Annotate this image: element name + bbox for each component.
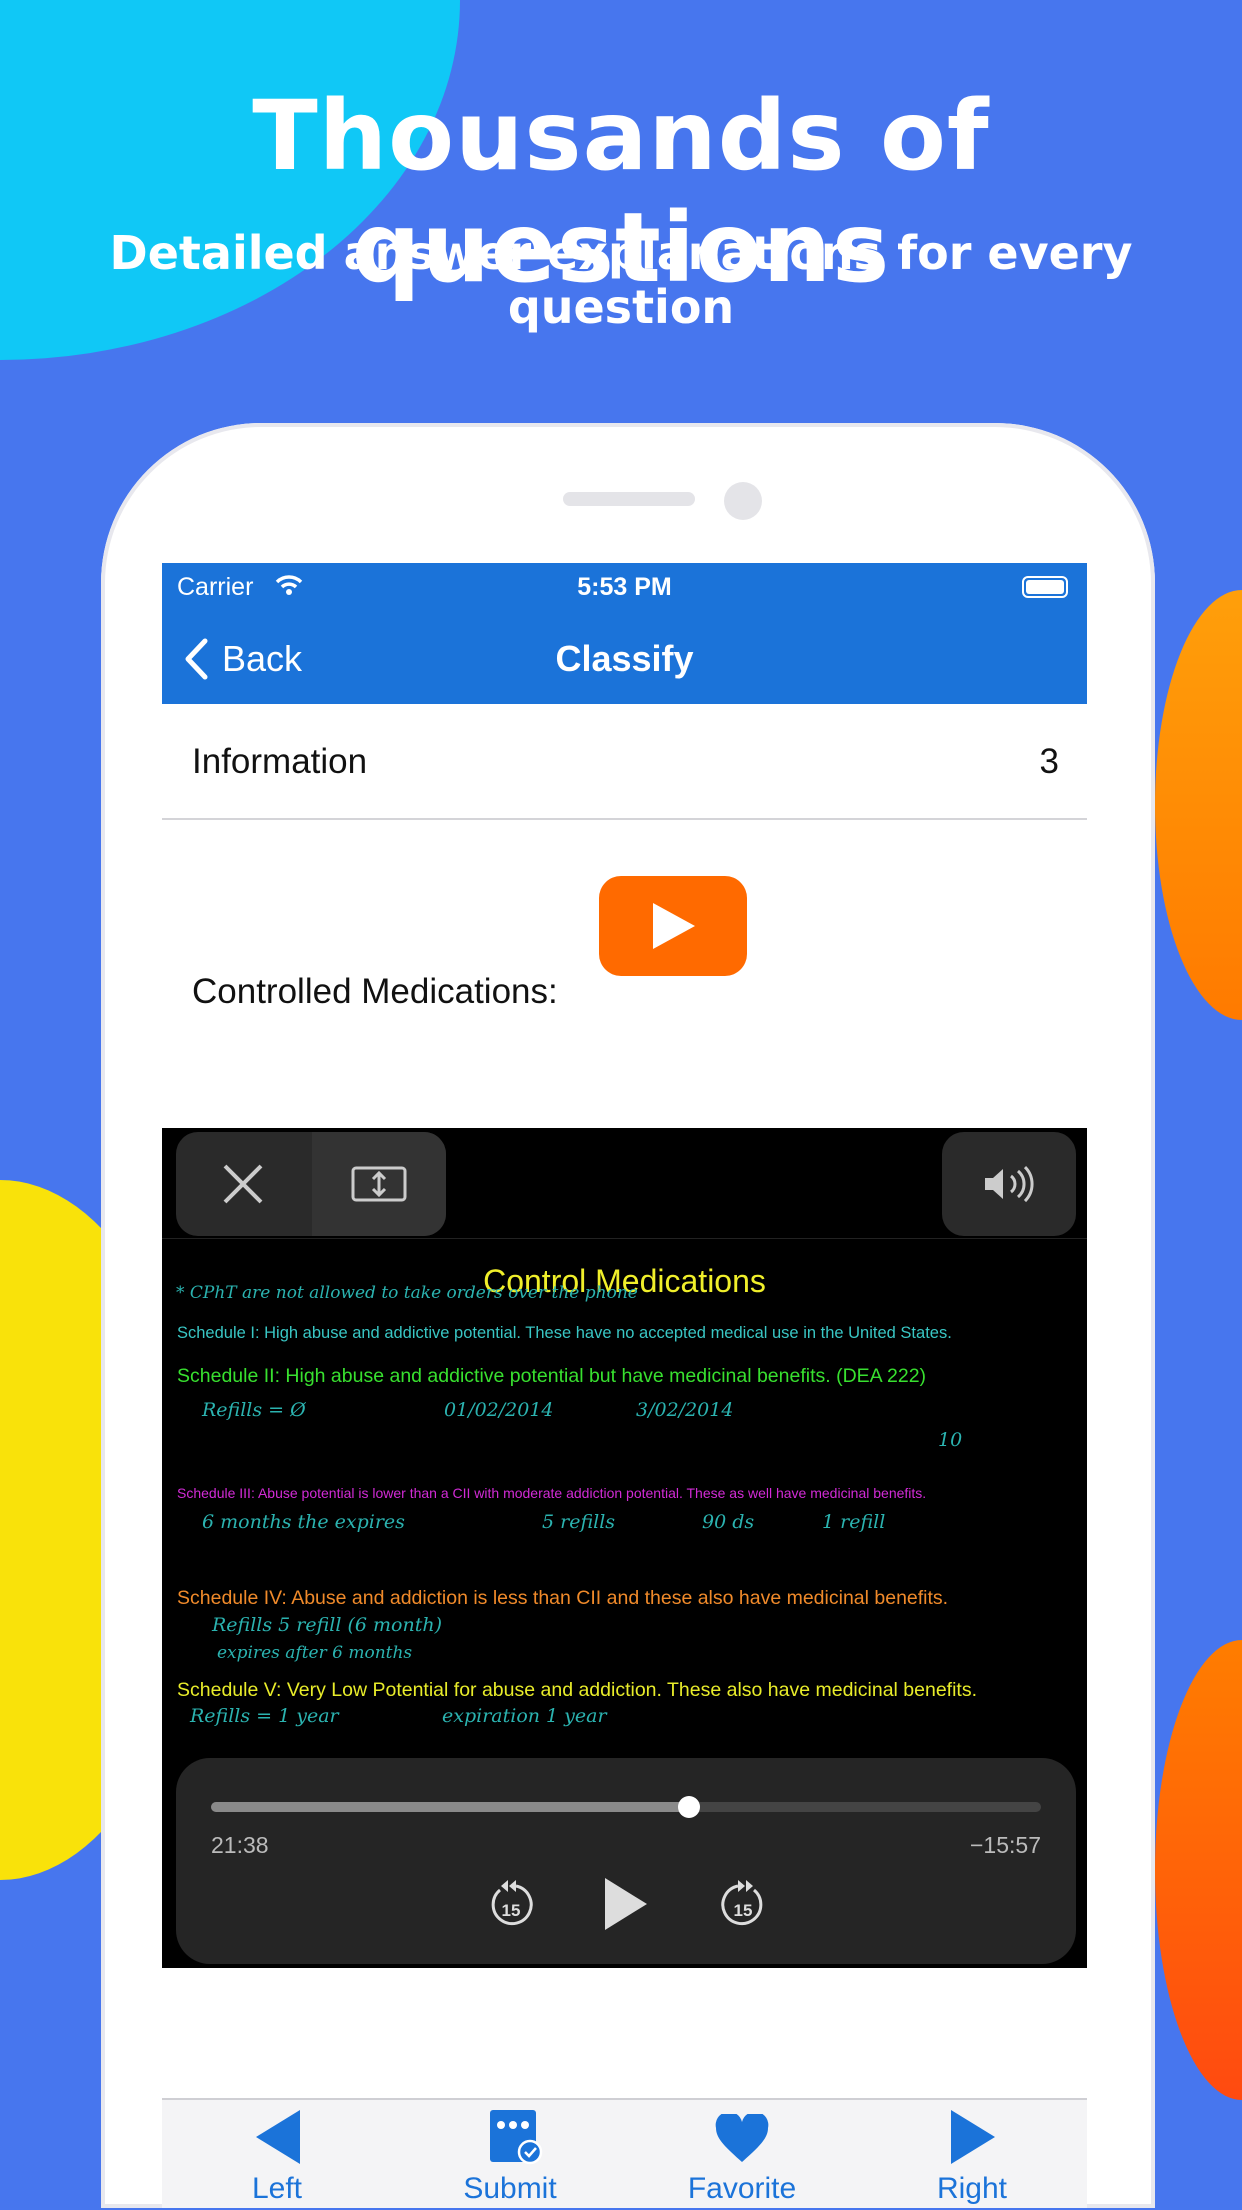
question-content: Controlled Medications:: [162, 820, 1087, 1128]
progress-knob[interactable]: [678, 1796, 701, 1818]
handwritten-note: 6 months the expires: [202, 1511, 405, 1533]
clock: 5:53 PM: [577, 573, 672, 601]
skip-back-button[interactable]: 15: [486, 1876, 536, 1930]
handwritten-note: 90 ds: [702, 1511, 755, 1533]
speaker-icon: [985, 1165, 1034, 1203]
close-button[interactable]: [176, 1132, 310, 1236]
handwritten-note: Refills 5 refill (6 month): [212, 1614, 443, 1636]
schedule-4: Schedule IV: Abuse and addiction is less…: [177, 1587, 949, 1609]
resize-icon: [351, 1166, 407, 1202]
handwritten-note: 5 refills: [542, 1511, 616, 1533]
play-button[interactable]: [601, 1876, 651, 1932]
video-player: Control Medications * CPhT are not allow…: [162, 1128, 1087, 1968]
phone-screen: Carrier 5:53 PM Back Classify Informatio…: [162, 563, 1087, 2208]
handwritten-note: Refills = Ø: [202, 1399, 306, 1421]
volume-button[interactable]: [942, 1132, 1076, 1236]
favorite-button[interactable]: Favorite: [662, 2100, 822, 2210]
page-title: Classify: [555, 638, 694, 679]
navigation-bar: Back Classify: [162, 613, 1087, 704]
progress-slider[interactable]: [211, 1796, 1041, 1818]
status-bar: Carrier 5:53 PM: [162, 563, 1087, 613]
schedule-2: Schedule II: High abuse and addictive po…: [177, 1365, 927, 1387]
progress-fill: [211, 1802, 690, 1812]
close-icon: [223, 1164, 263, 1204]
battery-icon: [1022, 576, 1068, 598]
handwritten-note: 3/02/2014: [636, 1399, 734, 1421]
elapsed-time: 21:38: [211, 1832, 269, 1858]
submit-icon: [490, 2110, 543, 2165]
play-icon: [653, 903, 695, 949]
right-button[interactable]: Right: [892, 2100, 1052, 2210]
schedule-1: Schedule I: High abuse and addictive pot…: [177, 1324, 952, 1342]
svg-text:15: 15: [734, 1901, 753, 1920]
remaining-time: −15:57: [970, 1832, 1041, 1858]
handwritten-note: Refills = 1 year: [190, 1705, 339, 1727]
skip-forward-15-icon: 15: [721, 1880, 763, 1926]
handwritten-note: 01/02/2014: [444, 1399, 554, 1421]
information-count: 3: [1039, 742, 1059, 781]
promo-subheadline: Detailed answer explanations for every q…: [109, 226, 1133, 334]
handwritten-note: 1 refill: [822, 1511, 886, 1533]
handwritten-note: expires after 6 months: [217, 1643, 413, 1663]
arrow-left-icon: [256, 2110, 300, 2164]
left-button[interactable]: Left: [197, 2100, 357, 2210]
handwritten-note: expiration 1 year: [442, 1705, 607, 1727]
decorative-shape: [1155, 1640, 1242, 2100]
information-row[interactable]: Information 3: [162, 704, 1087, 820]
arrow-right-icon: [951, 2110, 995, 2164]
playback-controls: 21:38 −15:57 15 15: [176, 1758, 1076, 1964]
submit-label: Submit: [463, 2172, 557, 2205]
video-top-controls: [176, 1132, 446, 1236]
handwritten-note: * CPhT are not allowed to take orders ov…: [176, 1283, 638, 1303]
video-frame: Control Medications * CPhT are not allow…: [162, 1238, 1087, 1750]
schedule-3: Schedule III: Abuse potential is lower t…: [177, 1485, 927, 1501]
youtube-play-button[interactable]: [599, 876, 747, 976]
bottom-toolbar: Left Submit Favorite Right: [162, 2098, 1087, 2208]
skip-back-15-icon: 15: [491, 1880, 533, 1926]
handwritten-note: 10: [938, 1429, 963, 1451]
svg-text:15: 15: [502, 1901, 521, 1920]
schedule-5: Schedule V: Very Low Potential for abuse…: [177, 1679, 978, 1701]
information-label: Information: [192, 742, 368, 781]
left-label: Left: [251, 2172, 303, 2205]
skip-forward-button[interactable]: 15: [718, 1876, 768, 1930]
resize-button[interactable]: [312, 1132, 446, 1236]
heart-icon: [715, 2114, 769, 2162]
decorative-shape: [1155, 590, 1242, 1020]
submit-button[interactable]: Submit: [430, 2100, 590, 2210]
phone-camera: [724, 482, 762, 520]
favorite-label: Favorite: [687, 2172, 797, 2205]
phone-speaker: [563, 492, 695, 506]
play-icon: [605, 1878, 647, 1930]
right-label: Right: [936, 2172, 1008, 2205]
content-text: Controlled Medications:: [192, 972, 558, 1011]
